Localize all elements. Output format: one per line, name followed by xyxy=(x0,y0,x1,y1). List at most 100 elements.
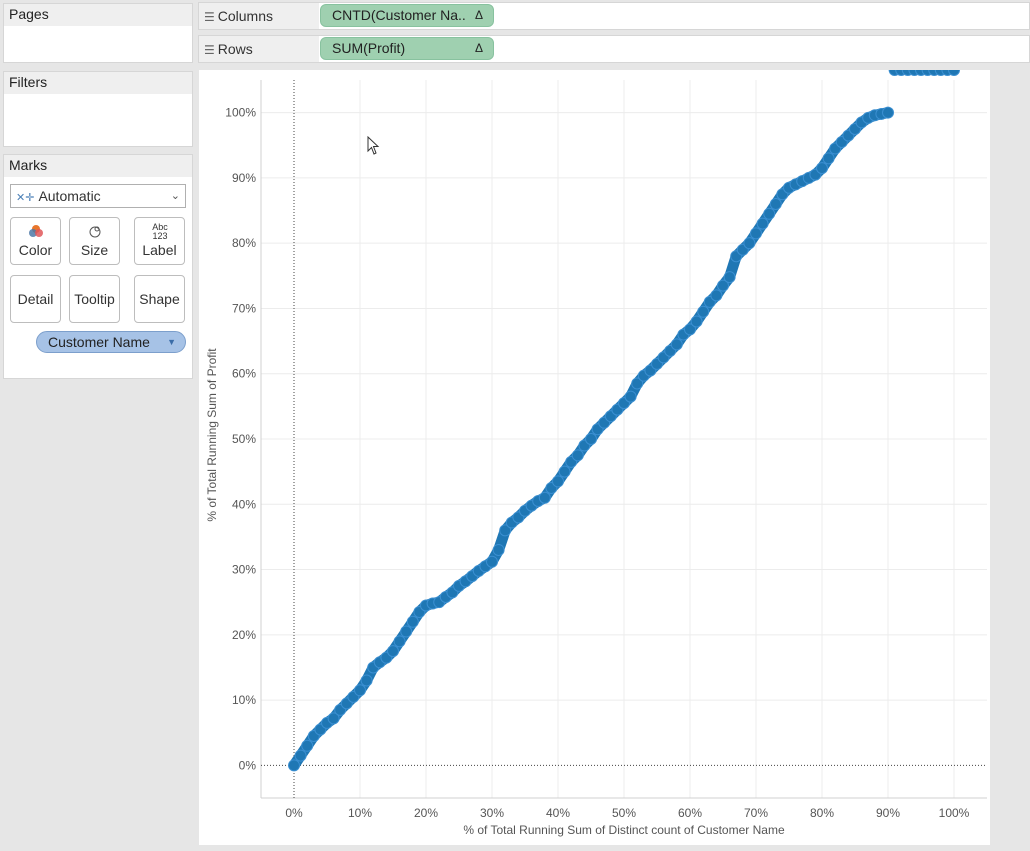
data-point xyxy=(750,227,762,240)
filters-card[interactable]: Filters xyxy=(3,71,193,147)
columns-shelf-label: ☰ Columns xyxy=(199,3,319,29)
data-point xyxy=(571,449,584,462)
data-point xyxy=(406,615,419,628)
x-tick-label: 10% xyxy=(348,806,372,820)
rows-pill[interactable]: SUM(Profit) Δ xyxy=(320,37,494,60)
detail-label: Detail xyxy=(17,291,54,307)
y-tick-label: 30% xyxy=(232,563,256,577)
color-icon xyxy=(11,223,60,241)
data-point xyxy=(697,305,710,318)
data-point xyxy=(624,390,637,403)
x-tick-label: 70% xyxy=(744,806,768,820)
data-point xyxy=(294,749,307,762)
x-tick-label: 60% xyxy=(678,806,702,820)
color-label: Color xyxy=(18,242,53,258)
data-point xyxy=(723,271,736,284)
marks-header: Marks xyxy=(4,155,192,177)
shape-button[interactable]: Shape xyxy=(134,275,185,323)
label-button[interactable]: Abc 123 Label xyxy=(134,217,185,265)
customer-name-pill-label: Customer Name xyxy=(48,334,150,350)
automatic-mark-icon: ✕✛ xyxy=(16,192,35,204)
x-tick-label: 30% xyxy=(480,806,504,820)
mark-type-value: Automatic xyxy=(38,188,101,204)
shape-label: Shape xyxy=(139,291,180,307)
y-tick-label: 40% xyxy=(232,497,256,511)
data-point xyxy=(882,106,894,119)
columns-pill[interactable]: CNTD(Customer Na.. Δ xyxy=(320,4,494,27)
y-tick-label: 20% xyxy=(232,628,256,642)
y-tick-label: 70% xyxy=(232,301,256,315)
table-calc-delta-icon: Δ xyxy=(474,41,483,55)
data-point xyxy=(743,237,756,250)
tooltip-button[interactable]: Tooltip xyxy=(69,275,120,323)
data-point xyxy=(670,338,683,351)
data-point xyxy=(301,739,314,752)
y-tick-label: 90% xyxy=(232,171,256,185)
table-calc-delta-icon: Δ xyxy=(474,8,483,22)
data-point xyxy=(710,289,723,302)
data-point xyxy=(756,217,769,230)
size-icon xyxy=(70,223,119,241)
data-point xyxy=(360,674,373,687)
data-point xyxy=(288,759,300,772)
columns-pill-text: CNTD(Customer Na.. xyxy=(332,7,466,23)
chevron-down-icon: ⌄ xyxy=(170,190,180,202)
y-tick-label: 0% xyxy=(239,758,257,772)
data-point xyxy=(552,475,564,488)
mark-type-dropdown[interactable]: ✕✛ Automatic ⌄ xyxy=(10,184,186,208)
data-point xyxy=(769,198,782,211)
x-tick-label: 50% xyxy=(612,806,636,820)
data-point xyxy=(486,555,498,568)
y-tick-label: 80% xyxy=(232,236,256,250)
marks-card: Marks ✕✛ Automatic ⌄ Color Size Abc 123 L… xyxy=(3,154,193,379)
rows-label-text: Rows xyxy=(217,41,253,57)
data-point xyxy=(585,433,597,445)
columns-icon: ☰ xyxy=(204,10,215,24)
rows-shelf[interactable]: ☰ Rows SUM(Profit) Δ xyxy=(198,35,1030,63)
y-axis-title: % of Total Running Sum of Profit xyxy=(205,348,219,522)
pages-card: Pages xyxy=(3,3,193,63)
gridlines xyxy=(261,80,987,798)
data-point xyxy=(393,635,406,648)
data-point xyxy=(400,625,413,638)
data-point xyxy=(822,152,835,165)
data-point xyxy=(816,162,828,175)
data-point xyxy=(763,207,776,220)
data-point xyxy=(354,684,366,697)
x-tick-label: 0% xyxy=(285,806,303,820)
data-point xyxy=(387,645,399,658)
y-tick-label: 60% xyxy=(232,367,256,381)
customer-name-pill[interactable]: Customer Name ▼ xyxy=(36,331,186,353)
data-point xyxy=(690,315,703,328)
dropdown-triangle-icon[interactable]: ▼ xyxy=(167,332,176,352)
x-tick-label: 100% xyxy=(939,806,970,820)
scatter-chart[interactable]: 0% 10% 20% 30% 40% 50% 60% 70% 80% 90% 100% 0% 10% 20… xyxy=(199,70,990,845)
x-tick-label: 20% xyxy=(414,806,438,820)
detail-button[interactable]: Detail xyxy=(10,275,61,323)
label-icon: Abc 123 xyxy=(152,222,168,241)
size-label: Size xyxy=(80,242,109,258)
columns-label-text: Columns xyxy=(217,8,274,24)
pages-header: Pages xyxy=(4,4,192,26)
data-point xyxy=(492,543,505,556)
x-axis-title: % of Total Running Sum of Distinct count… xyxy=(463,823,785,837)
rows-shelf-label: ☰ Rows xyxy=(199,36,319,62)
label-label: Label xyxy=(142,242,177,258)
size-button[interactable]: Size xyxy=(69,217,120,265)
mouse-cursor-icon xyxy=(367,136,380,155)
columns-shelf[interactable]: ☰ Columns CNTD(Customer Na.. Δ xyxy=(198,2,1030,30)
data-point xyxy=(538,491,551,504)
x-tick-label: 40% xyxy=(546,806,570,820)
x-tick-label: 90% xyxy=(876,806,900,820)
data-point xyxy=(558,465,571,478)
color-button[interactable]: Color xyxy=(10,217,61,265)
tooltip-label: Tooltip xyxy=(74,291,115,307)
y-tick-label: 50% xyxy=(232,432,256,446)
rows-icon: ☰ xyxy=(204,43,215,57)
y-tick-label: 10% xyxy=(232,693,256,707)
y-tick-label: 100% xyxy=(225,106,256,120)
rows-pill-text: SUM(Profit) xyxy=(332,40,406,56)
filters-header: Filters xyxy=(4,72,192,94)
chart-pane[interactable]: 0% 10% 20% 30% 40% 50% 60% 70% 80% 90% 100% 0% 10% 20… xyxy=(199,70,990,845)
x-tick-label: 80% xyxy=(810,806,834,820)
